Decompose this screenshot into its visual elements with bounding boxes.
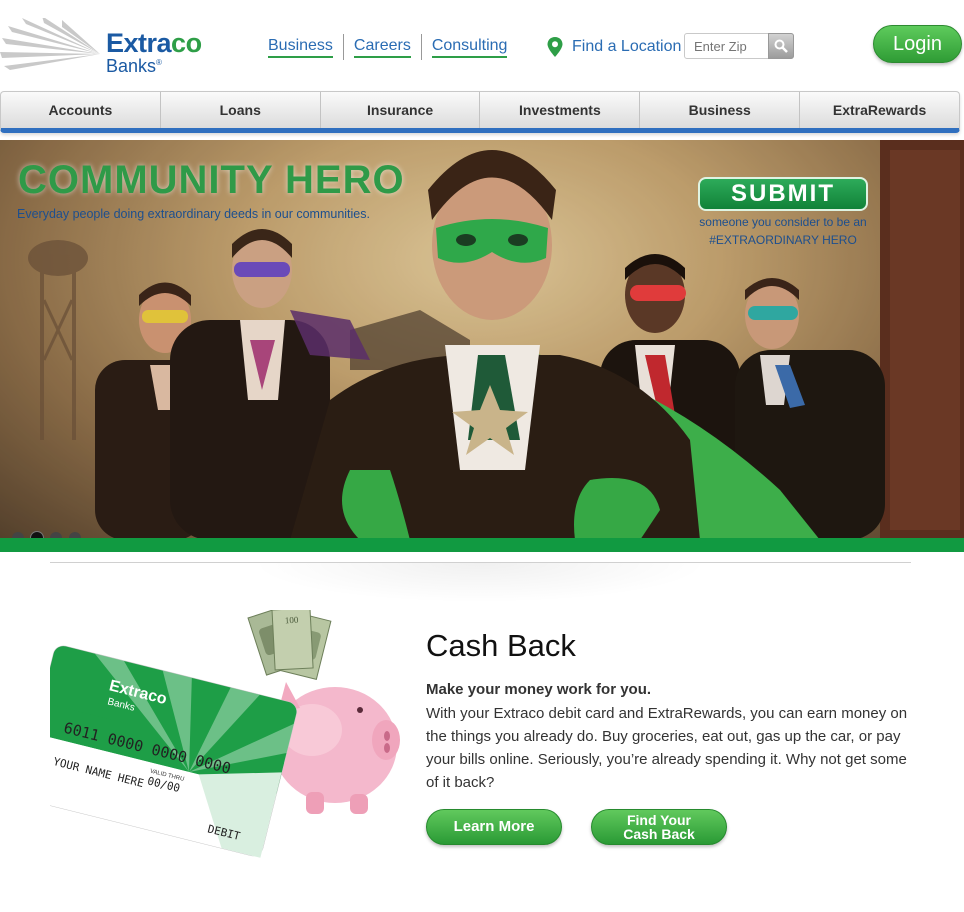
find-location: Find a Location	[546, 36, 681, 58]
top-links: Business Careers Consulting	[268, 34, 508, 60]
nav-item-business[interactable]: Business	[640, 92, 801, 128]
debit-card-and-piggy-bank-image: 100 Extraco Banks 6011 0000 0000 0000 VA…	[50, 610, 400, 858]
cash-back-lead: Make your money work for you.	[426, 681, 652, 698]
nav-item-loans[interactable]: Loans	[161, 92, 321, 128]
cash-back-body: With your Extraco debit card and ExtraRe…	[426, 705, 908, 791]
nav-item-accounts[interactable]: Accounts	[1, 92, 161, 128]
hero-title: COMMUNITY HERO	[18, 158, 405, 202]
hero-subtitle: Everyday people doing extraordinary deed…	[17, 207, 370, 221]
hero-accent-bar	[0, 538, 964, 552]
submit-note-line2: #EXTRAORDINARY HERO	[709, 233, 857, 247]
zip-search	[684, 33, 794, 59]
learn-more-button[interactable]: Learn More	[426, 809, 562, 845]
extraco-logo[interactable]: Extraco Banks®	[0, 14, 220, 76]
map-pin-icon	[547, 37, 563, 57]
nav-item-investments[interactable]: Investments	[480, 92, 641, 128]
find-location-link[interactable]: Find a Location	[572, 38, 681, 56]
login-button[interactable]: Login	[873, 25, 962, 63]
link-separator	[342, 34, 344, 60]
top-link-business[interactable]: Business	[268, 37, 333, 58]
zip-search-button[interactable]	[768, 33, 794, 59]
find-cash-back-label-line2: Cash Back	[623, 826, 695, 842]
top-link-careers[interactable]: Careers	[353, 37, 411, 58]
nav-item-insurance[interactable]: Insurance	[321, 92, 481, 128]
logo-wordmark: Extraco	[106, 28, 202, 58]
search-icon	[774, 39, 788, 53]
find-cash-back-button[interactable]: Find Your Cash Back	[591, 809, 727, 845]
logo-subtitle: Banks®	[106, 56, 162, 76]
find-cash-back-label-line1: Find Your	[626, 812, 692, 828]
divider-shadow	[250, 563, 710, 603]
submit-note-line1: someone you consider to be an	[699, 215, 867, 229]
submit-hero-button[interactable]: SUBMIT	[698, 177, 868, 211]
svg-text:100: 100	[285, 615, 300, 626]
link-separator	[420, 34, 422, 60]
cash-back-title: Cash Back	[426, 628, 576, 663]
hero-banner[interactable]: COMMUNITY HERO Everyday people doing ext…	[0, 140, 964, 540]
logo-rays-icon	[0, 18, 100, 70]
zip-input[interactable]	[685, 34, 769, 58]
main-nav: Accounts Loans Insurance Investments Bus…	[0, 91, 960, 133]
nav-item-extrarewards[interactable]: ExtraRewards	[800, 92, 959, 128]
top-link-consulting[interactable]: Consulting	[431, 37, 508, 58]
